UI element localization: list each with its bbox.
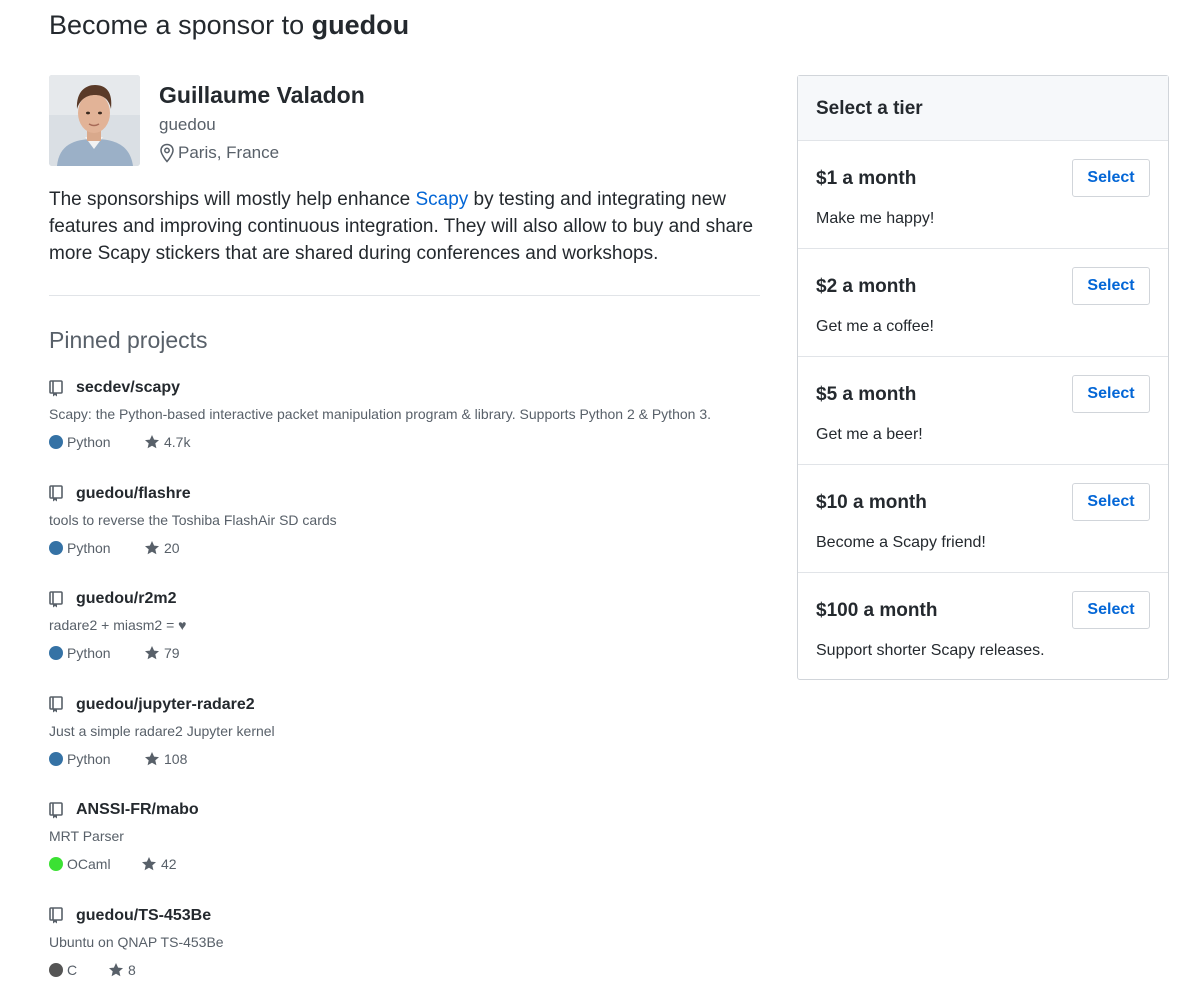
project-description: Just a simple radare2 Jupyter kernel	[49, 723, 275, 739]
project-name-link[interactable]: guedou/TS-453Be	[76, 907, 211, 925]
pinned-project: secdev/scapy Scapy: the Python-based int…	[49, 372, 761, 478]
project-language: Python	[67, 645, 144, 661]
bio-text-before: The sponsorships will mostly help enhanc…	[49, 189, 415, 210]
language-color-dot	[49, 752, 63, 766]
project-stars[interactable]: 8	[108, 962, 136, 978]
page-title-user: guedou	[312, 10, 409, 40]
project-name-link[interactable]: secdev/scapy	[76, 379, 180, 397]
tier-price: $10 a month	[816, 492, 927, 514]
tier-description: Support shorter Scapy releases.	[816, 642, 1045, 660]
star-icon	[144, 751, 160, 767]
language-color-dot	[49, 435, 63, 449]
project-star-count: 79	[164, 645, 180, 661]
select-tier-button[interactable]: Select	[1072, 483, 1150, 521]
project-name-link[interactable]: guedou/r2m2	[76, 590, 176, 608]
project-stars[interactable]: 20	[144, 540, 180, 556]
project-name-link[interactable]: guedou/jupyter-radare2	[76, 696, 255, 714]
project-star-count: 108	[164, 751, 187, 767]
profile-login: guedou	[159, 115, 216, 135]
project-star-count: 4.7k	[164, 434, 190, 450]
project-meta: Python 20	[49, 540, 180, 556]
pinned-project: guedou/r2m2 radare2 + miasm2 = ♥ Python …	[49, 583, 761, 689]
tier-option: $10 a month Select Become a Scapy friend…	[798, 465, 1168, 573]
language-color-dot	[49, 646, 63, 660]
location-pin-icon	[159, 143, 175, 163]
star-icon	[144, 540, 160, 556]
project-stars[interactable]: 79	[144, 645, 180, 661]
pinned-project: guedou/TS-453Be Ubuntu on QNAP TS-453Be …	[49, 900, 761, 1005]
tier-option: $2 a month Select Get me a coffee!	[798, 249, 1168, 357]
select-tier-button[interactable]: Select	[1072, 375, 1150, 413]
tier-option: $5 a month Select Get me a beer!	[798, 357, 1168, 465]
tier-price: $1 a month	[816, 168, 916, 190]
project-language: C	[67, 962, 108, 978]
repo-icon	[49, 907, 63, 924]
project-name-link[interactable]: ANSSI-FR/mabo	[76, 801, 199, 819]
project-star-count: 8	[128, 962, 136, 978]
language-color-dot	[49, 857, 63, 871]
tier-description: Make me happy!	[816, 210, 934, 228]
page-title: Become a sponsor to guedou	[49, 10, 409, 41]
tier-price: $2 a month	[816, 276, 916, 298]
project-name-link[interactable]: guedou/flashre	[76, 485, 191, 503]
project-description: tools to reverse the Toshiba FlashAir SD…	[49, 512, 337, 528]
project-meta: Python 108	[49, 751, 187, 767]
repo-icon	[49, 591, 63, 608]
sponsor-bio: The sponsorships will mostly help enhanc…	[49, 186, 761, 267]
project-language: Python	[67, 434, 144, 450]
page-title-prefix: Become a sponsor to	[49, 10, 304, 40]
repo-icon	[49, 696, 63, 713]
language-color-dot	[49, 963, 63, 977]
star-icon	[144, 434, 160, 450]
project-meta: C 8	[49, 962, 136, 978]
pinned-project: guedou/jupyter-radare2 Just a simple rad…	[49, 689, 761, 795]
project-description: Ubuntu on QNAP TS-453Be	[49, 934, 224, 950]
pinned-project: guedou/flashre tools to reverse the Tosh…	[49, 478, 761, 584]
project-description: Scapy: the Python-based interactive pack…	[49, 406, 711, 422]
tier-description: Get me a beer!	[816, 426, 923, 444]
tier-price: $5 a month	[816, 384, 916, 406]
select-tier-button[interactable]: Select	[1072, 159, 1150, 197]
repo-icon	[49, 485, 63, 502]
project-stars[interactable]: 108	[144, 751, 187, 767]
project-description: radare2 + miasm2 = ♥	[49, 617, 186, 633]
project-star-count: 20	[164, 540, 180, 556]
tier-panel-title: Select a tier	[798, 76, 1168, 141]
section-divider	[49, 295, 760, 296]
profile-name: Guillaume Valadon	[159, 82, 365, 109]
project-meta: OCaml 42	[49, 856, 177, 872]
star-icon	[141, 856, 157, 872]
tier-description: Get me a coffee!	[816, 318, 934, 336]
tier-price: $100 a month	[816, 600, 937, 622]
pinned-projects-title: Pinned projects	[49, 327, 208, 354]
pinned-project: ANSSI-FR/mabo MRT Parser OCaml 42	[49, 794, 761, 900]
tier-selection-panel: Select a tier $1 a month Select Make me …	[797, 75, 1169, 680]
project-meta: Python 4.7k	[49, 434, 190, 450]
pinned-projects-list: secdev/scapy Scapy: the Python-based int…	[49, 372, 761, 1005]
project-language: Python	[67, 540, 144, 556]
profile-location-text: Paris, France	[178, 143, 279, 163]
language-color-dot	[49, 541, 63, 555]
project-language: OCaml	[67, 856, 141, 872]
star-icon	[144, 645, 160, 661]
project-star-count: 42	[161, 856, 177, 872]
select-tier-button[interactable]: Select	[1072, 591, 1150, 629]
project-stars[interactable]: 42	[141, 856, 177, 872]
repo-icon	[49, 380, 63, 397]
scapy-link[interactable]: Scapy	[415, 189, 468, 210]
project-language: Python	[67, 751, 144, 767]
select-tier-button[interactable]: Select	[1072, 267, 1150, 305]
star-icon	[108, 962, 124, 978]
profile-location: Paris, France	[159, 143, 279, 163]
repo-icon	[49, 802, 63, 819]
tier-option: $100 a month Select Support shorter Scap…	[798, 573, 1168, 681]
tier-option: $1 a month Select Make me happy!	[798, 141, 1168, 249]
project-meta: Python 79	[49, 645, 180, 661]
project-description: MRT Parser	[49, 828, 124, 844]
tier-description: Become a Scapy friend!	[816, 534, 986, 552]
project-stars[interactable]: 4.7k	[144, 434, 190, 450]
avatar[interactable]	[49, 75, 140, 166]
